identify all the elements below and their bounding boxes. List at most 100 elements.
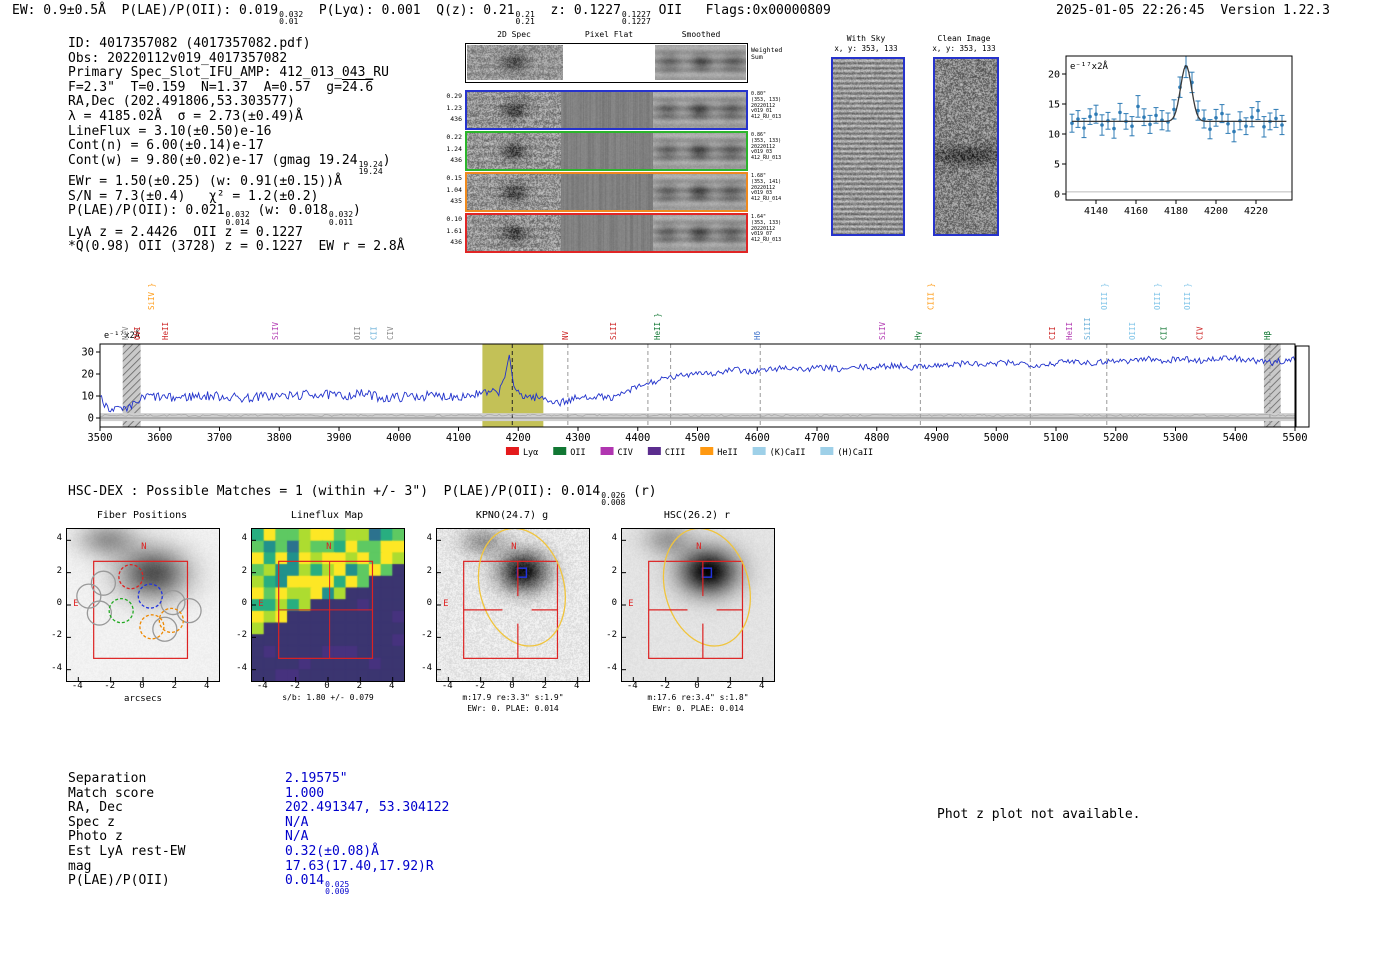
hsc-dex-header: HSC-DEX : Possible Matches = 1 (within +… xyxy=(68,484,657,507)
legend-swatch xyxy=(647,447,661,455)
spec2d-row-2d xyxy=(467,92,561,128)
fiber-circle xyxy=(108,598,134,624)
cutout-x-tick-label: 2 xyxy=(541,681,548,691)
cutout-y-tick-label: -2 xyxy=(606,630,617,641)
x-tick-label: 4200 xyxy=(506,432,531,444)
spec2d-row-pixelflat xyxy=(561,215,653,251)
catalog-match-box xyxy=(516,567,528,578)
match-table-value: N/A xyxy=(285,829,309,845)
legend-label: (H)CaII xyxy=(837,448,873,458)
match-table-label: RA, Dec xyxy=(68,800,123,816)
spec2d-row-2d xyxy=(467,133,561,169)
legend-label: (K)CaII xyxy=(770,448,806,458)
spec2d-weighted-sum-strip xyxy=(465,43,748,83)
x-tick-label: 5500 xyxy=(1282,432,1307,444)
cutout-y-tick-label: -4 xyxy=(606,662,617,673)
spec2d-row xyxy=(465,90,748,130)
edge-continuation-box xyxy=(1295,345,1310,428)
legend-label: CIV xyxy=(618,448,633,458)
info-line: Obs: 20220112v019_4017357082 xyxy=(68,51,405,67)
cutout-x-tick-label: -2 xyxy=(289,681,301,691)
cutout-y-tick-label: 2 xyxy=(241,565,247,576)
info-line: Cont(w) = 9.80(±0.02)e-17 (gmag 19.24 19.… xyxy=(68,152,405,176)
match-table-value: N/A xyxy=(285,814,309,830)
compass-north-label: N xyxy=(511,542,516,552)
cutout-y-tick-label: -2 xyxy=(421,630,432,641)
data-point xyxy=(1142,115,1146,119)
text-segment: Cont(w) = 9.80(±0.02)e-17 (gmag 19.24 xyxy=(68,152,358,168)
data-point xyxy=(1220,111,1224,116)
info-line: λ = 4185.02Å σ = 2.73(±0.49)Å xyxy=(68,109,405,125)
cutout-x-tick-label: -4 xyxy=(71,681,83,691)
spec2d-row-left-values: 0.15 1.04 435 xyxy=(446,174,462,205)
text-segment: EW: 0.9±0.5Å P(LAE)/P(OII): 0.019 xyxy=(12,3,279,18)
x-tick-label: 5100 xyxy=(1043,432,1068,444)
data-point xyxy=(1214,116,1218,120)
y-tick-label: 15 xyxy=(1048,100,1060,111)
emission-line-label: CII xyxy=(370,326,379,340)
x-tick-label: 4300 xyxy=(565,432,590,444)
x-tick-label: 4800 xyxy=(864,432,889,444)
emission-line-label: OIII } xyxy=(1183,283,1192,310)
match-table-label: Match score xyxy=(68,785,155,801)
x-tick-label: 3800 xyxy=(267,432,292,444)
data-point xyxy=(1148,122,1152,127)
text-segment: S/N = 7.3(±0.4) χ² = 1.2(±0.2) xyxy=(68,188,319,204)
data-point xyxy=(1118,110,1122,115)
summary-header-line: EW: 0.9±0.5Å P(LAE)/P(OII): 0.019 0.032 0.… xyxy=(12,3,831,26)
match-table-label: Spec z xyxy=(68,814,115,830)
x-tick-label: 4500 xyxy=(685,432,710,444)
emission-line-label: OIII } xyxy=(1100,283,1109,310)
cutout-y-tick-label: 0 xyxy=(241,598,247,608)
text-segment: ) xyxy=(382,152,391,168)
x-tick-label: 3700 xyxy=(207,432,232,444)
fiber-circle xyxy=(176,598,202,624)
emission-line-label: SiIII xyxy=(1083,317,1092,340)
match-table-label: Separation xyxy=(68,771,147,786)
emission-line-label: Hβ xyxy=(1263,330,1272,340)
cutout-overlay: NE xyxy=(622,529,764,681)
emission-line-label: CIV xyxy=(386,326,395,340)
x-tick-label: 4700 xyxy=(804,432,829,444)
aperture-ellipse xyxy=(662,529,752,647)
match-table: Separation 2.19575" Match score 1.000 RA, De… xyxy=(68,771,450,896)
cutout-caption: s/b: 1.80 +/- 0.079 xyxy=(282,693,374,702)
emission-line-label: CII xyxy=(1048,326,1057,340)
legend-label: OII xyxy=(570,448,585,458)
legend-label: CIII xyxy=(665,448,685,458)
legend-swatch xyxy=(505,447,519,455)
fiber-circle xyxy=(137,583,163,609)
sky-canvas xyxy=(935,59,997,234)
data-point xyxy=(1274,116,1278,121)
data-point xyxy=(1256,108,1260,113)
x-tick-label: 4400 xyxy=(625,432,650,444)
info-line: Cont(n) = 6.00(±0.14)e-17 xyxy=(68,138,405,154)
cutout-x-tick-label: 4 xyxy=(573,681,580,691)
compass-east-label: E xyxy=(443,599,448,609)
sky-panel-title: With Sky xyxy=(846,34,886,43)
y-tick-label: 5 xyxy=(1054,160,1060,171)
match-table-value: 202.491347, 53.304122 xyxy=(285,800,450,816)
legend-swatch xyxy=(820,447,834,455)
full-spectrum-svg: 3500 3600 3700 3800 3900 4000 4100 4200 4300 4400… xyxy=(81,283,1310,458)
cutout-plot: NE xyxy=(66,528,220,682)
text-segment: P(LAE)/P(OII): 0.021 xyxy=(68,203,225,219)
catalog-match-box xyxy=(701,567,713,578)
cutout-overlay: NE xyxy=(67,539,209,681)
text-segment: EWr = 1.50(±0.25) (w: 0.91(±0.15))Å xyxy=(68,174,342,190)
value-uncertainty: 0.025 0.009 xyxy=(324,881,349,896)
data-point xyxy=(1076,117,1080,121)
lower-uncertainty: 19.24 xyxy=(358,166,383,176)
fiber-circle xyxy=(76,583,102,609)
text-segment: *Q(0.98) OII (3728) z = 0.1227 EW r = 2.… xyxy=(68,239,405,255)
spec2d-row-smoothed xyxy=(653,215,746,251)
legend-swatch xyxy=(553,447,567,455)
text-segment: F=2.3" T=0.159 N=1.37 A=0.57 g= xyxy=(68,79,342,95)
cutout-x-tick-label: 0 xyxy=(694,681,700,691)
data-point xyxy=(1082,126,1086,130)
data-point xyxy=(1208,127,1212,131)
spec2d-row xyxy=(465,213,748,253)
text-segment: (r) xyxy=(625,484,657,499)
text-segment: ) xyxy=(353,203,361,219)
cutout-y-tick-label: -2 xyxy=(236,630,247,641)
